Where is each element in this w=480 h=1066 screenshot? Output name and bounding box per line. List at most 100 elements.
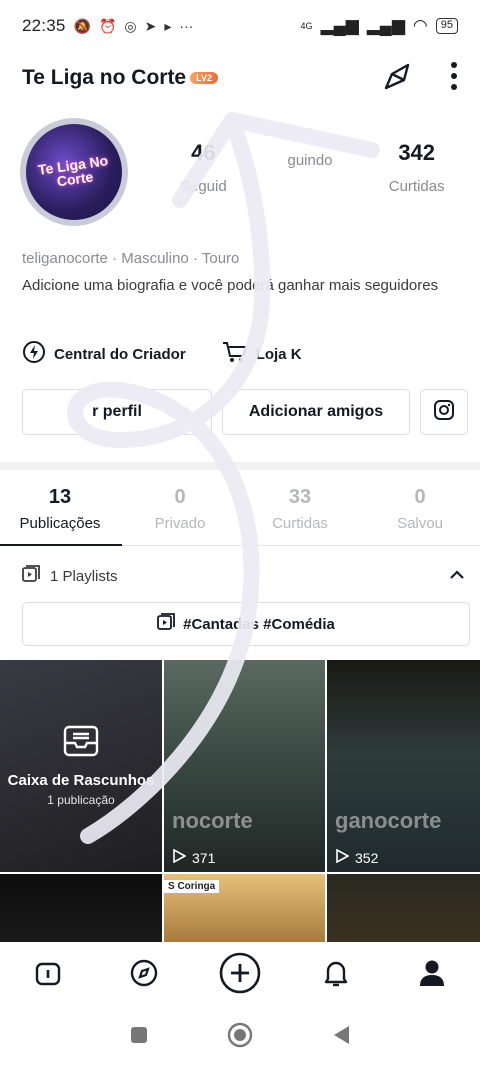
nav-create[interactable] [216,951,264,999]
wifi-icon: ◠ [412,16,428,35]
cart-icon [222,340,248,368]
meta-separator: · [192,250,202,267]
profile-icon [419,959,445,992]
tab-liked-count: 33 [288,486,312,508]
network-type: 4G [300,21,313,31]
profile-bio[interactable]: Adicione uma biografia e você poderá gan… [22,276,452,295]
playlist-icon [22,565,40,587]
drafts-subtitle: 1 publicação [47,793,115,807]
shop-label: Loja K [255,345,302,363]
more-options-icon[interactable] [450,61,458,96]
content-tabs: 13 Publicações 0 Privado 33 Curtidas 0 S… [0,486,480,546]
play-icon [335,848,350,866]
video-thumbnail[interactable]: ganocorte 352 [327,660,480,872]
play-icon: ▸ [164,17,172,34]
drafts-tile[interactable]: Caixa de Rascunhos 1 publicação [0,660,162,872]
avatar-logo-text: Te Liga No Corte [36,152,110,190]
status-notification-icons: 🔕 ⏰ ◎ ➤ ▸ ··· [74,18,194,35]
nav-discover[interactable] [120,951,168,999]
status-time: 22:35 [22,16,66,35]
playlist-chip[interactable]: #Cantadas #Comédia [22,602,470,646]
creator-center-label: Central do Criador [54,345,186,363]
tab-posts-label: Publicações [19,515,101,532]
active-tab-indicator [0,544,122,546]
instagram-icon [433,399,455,426]
instagram-button[interactable] [420,389,468,435]
profile-handle: teliganocorte [22,250,108,267]
tab-posts[interactable]: 13 Publicações [0,486,120,545]
system-navigation [0,1008,480,1066]
tab-saved-count: 0 [414,486,426,508]
stat-followers-label: Seguid [179,178,227,195]
tab-saved-label: Salvou [397,515,443,532]
tab-private-count: 0 [174,486,186,508]
profile-summary: Te Liga No Corte 46 Seguid guindo 342 Cu… [0,116,480,236]
plus-icon [218,951,262,1000]
compass-icon [129,958,159,993]
play-icon [172,848,187,866]
whatsapp-icon: ◎ [124,17,137,34]
back-button[interactable] [331,1024,351,1051]
video-views-count: 371 [192,849,216,866]
video-tag: S Coringa [164,880,220,893]
recents-button[interactable] [129,1025,149,1050]
home-icon [34,959,62,992]
home-button[interactable] [227,1022,253,1053]
telegram-icon: ➤ [144,17,157,34]
video-thumbnail[interactable] [0,874,162,942]
lightning-icon [22,340,46,368]
status-right: 4G ▂▄▆ ▂▄▆ ◠ 95 [300,16,458,36]
video-grid: Caixa de Rascunhos 1 publicação nocorte … [0,660,480,942]
add-friends-button[interactable]: Adicionar amigos [222,389,410,435]
stat-following-label: guindo [287,152,333,169]
playlist-chip-label: #Cantadas #Comédia [183,615,335,633]
video-thumbnail[interactable] [327,874,480,942]
stat-followers-value: 46 [191,140,216,165]
profile-meta: teliganocorte · Masculino · Touro [22,250,239,267]
tab-private-label: Privado [154,515,206,532]
stat-likes-label: Curtidas [388,178,445,195]
profile-username: Te Liga no Corte [22,66,187,89]
video-views-count: 352 [355,849,379,866]
section-divider [0,462,480,470]
chevron-up-icon[interactable] [450,567,464,585]
battery-indicator: 95 [435,18,458,34]
nav-notifications[interactable] [312,951,360,999]
edit-profile-button[interactable]: r perfil [22,389,212,435]
status-bar: 22:35 🔕 ⏰ ◎ ➤ ▸ ··· 4G ▂▄▆ ▂▄▆ ◠ 95 [0,0,480,52]
video-thumbnail[interactable]: S Coringa [164,874,325,942]
video-views: 352 [335,848,379,866]
inbox-icon [63,725,99,762]
avatar[interactable]: Te Liga No Corte [20,118,128,226]
video-watermark: nocorte [172,808,253,833]
stat-likes[interactable]: 342 Curtidas [363,140,470,195]
share-icon[interactable] [382,60,414,97]
tab-liked-label: Curtidas [272,515,328,532]
level-badge[interactable]: LV2 [190,72,218,84]
shop-button[interactable]: Loja K [222,340,302,368]
more-notifications-icon: ··· [179,18,194,34]
tab-saved[interactable]: 0 Salvou [360,486,480,545]
nav-home[interactable] [24,951,72,999]
stat-followers[interactable]: 46 Seguid [150,140,257,195]
profile-tools: Central do Criador Loja K [22,340,302,368]
profile-sign: Touro [201,250,240,267]
bell-icon [322,958,350,993]
signal-icon-2: ▂▄▆ [366,16,405,35]
video-watermark: ganocorte [335,808,442,833]
meta-separator: · [112,250,122,267]
video-views: 371 [172,848,216,866]
playlist-icon [157,613,176,635]
drafts-title: Caixa de Rascunhos [7,772,155,789]
profile-header: Te Liga no Corte LV2 [0,56,480,100]
profile-action-buttons: r perfil Adicionar amigos [22,389,468,435]
playlists-header[interactable]: 1 Playlists [22,562,464,590]
stat-following[interactable]: guindo [257,140,364,195]
profile-gender: Masculino [121,250,189,267]
creator-center-button[interactable]: Central do Criador [22,340,186,368]
tab-posts-count: 13 [48,486,72,508]
nav-profile[interactable] [408,951,456,999]
tab-private[interactable]: 0 Privado [120,486,240,545]
tab-liked[interactable]: 33 Curtidas [240,486,360,545]
video-thumbnail[interactable]: nocorte 371 [164,660,325,872]
